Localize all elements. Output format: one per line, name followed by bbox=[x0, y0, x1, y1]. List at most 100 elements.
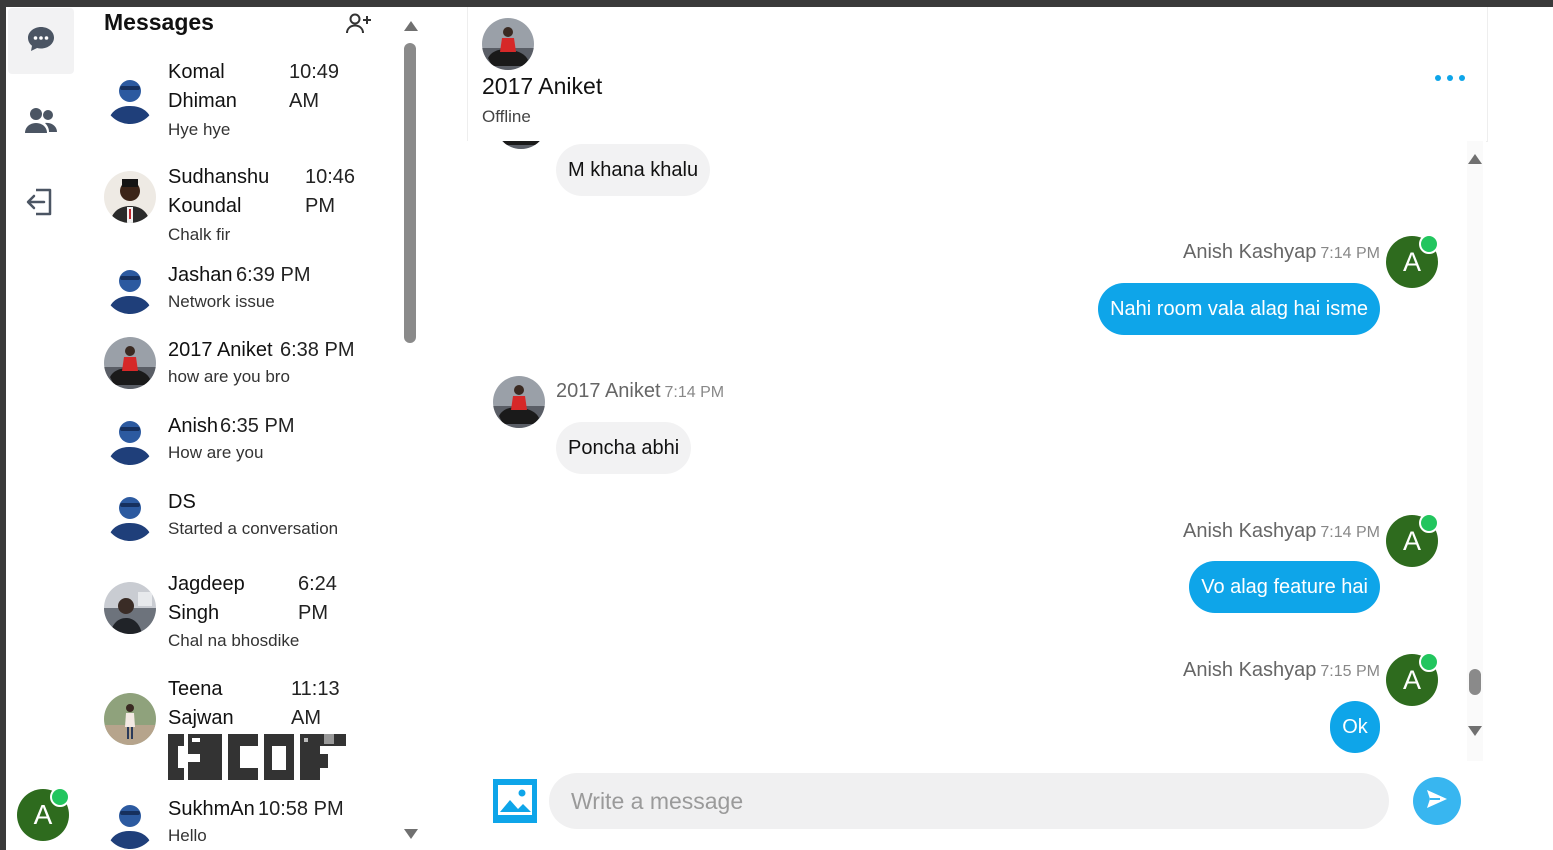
message-sender: 2017 Aniket bbox=[556, 380, 661, 402]
photo-avatar bbox=[104, 582, 156, 634]
conversation-name: Sudhanshu Koundal bbox=[168, 166, 270, 217]
sender-avatar bbox=[495, 141, 547, 149]
conversation-name: Komal Dhiman bbox=[168, 61, 237, 112]
send-icon bbox=[1425, 788, 1449, 815]
more-options-button[interactable] bbox=[1434, 69, 1466, 87]
redacted-preview bbox=[168, 734, 346, 780]
conversation-name: Jashan bbox=[168, 264, 233, 286]
add-user-icon bbox=[346, 13, 372, 39]
message-time: 7:15 PM bbox=[1320, 663, 1380, 680]
message-time: 7:14 PM bbox=[664, 384, 725, 401]
message-sender: Anish Kashyap bbox=[1182, 241, 1317, 263]
conversation-item[interactable]: Komal Dhiman 10:49 AM Hye hye bbox=[94, 52, 394, 147]
new-conversation-button[interactable] bbox=[346, 13, 372, 40]
nav-contacts-button[interactable] bbox=[8, 90, 74, 156]
user-initial: A bbox=[33, 799, 53, 830]
chat-app: A Messages Komal Dhiman 10:49 AM Hye hye… bbox=[6, 7, 1553, 850]
online-indicator bbox=[1419, 652, 1439, 672]
sender-avatar bbox=[493, 376, 545, 428]
conversation-time: 6:39 PM bbox=[236, 264, 311, 286]
conversation-item[interactable]: Anish 6:35 PM How are you bbox=[94, 413, 394, 473]
online-indicator bbox=[1419, 513, 1439, 533]
conversation-name: 2017 Aniket bbox=[168, 339, 273, 361]
conversation-name: Jagdeep Singh bbox=[168, 573, 245, 624]
attach-image-button[interactable] bbox=[493, 779, 537, 823]
message-time: 7:14 PM bbox=[1320, 245, 1380, 262]
default-avatar-icon bbox=[104, 72, 156, 124]
list-title: Messages bbox=[104, 9, 214, 35]
scroll-up-arrow-icon[interactable] bbox=[404, 21, 418, 31]
conversation-item[interactable]: Teena Sajwan 11:13 AM bbox=[94, 669, 394, 780]
conversation-preview: Hye hye bbox=[168, 120, 231, 139]
conversation-time: 10:58 PM bbox=[258, 798, 344, 820]
message-time: 7:14 PM bbox=[1320, 524, 1380, 541]
message-sender: Anish Kashyap bbox=[1182, 520, 1317, 542]
conversation-time: 10:46 PM bbox=[305, 166, 356, 217]
current-user-avatar[interactable]: A bbox=[17, 787, 70, 841]
message-meta: Anish Kashyap 7:14 PM bbox=[1183, 520, 1380, 543]
contact-status: Offline bbox=[482, 107, 531, 126]
conversation-time: 6:38 PM bbox=[280, 339, 355, 361]
photo-avatar bbox=[104, 693, 156, 745]
photo-avatar bbox=[104, 337, 156, 389]
sender-initial: A bbox=[1402, 664, 1421, 695]
scroll-up-arrow-icon[interactable] bbox=[1468, 154, 1482, 164]
conversation-preview: Chal na bhosdike bbox=[168, 631, 300, 650]
message-bubble-outgoing: Vo alag feature hai bbox=[1189, 561, 1380, 613]
thread-scrollbar[interactable] bbox=[1467, 141, 1483, 761]
chat-bubble-icon bbox=[26, 25, 56, 58]
conversation-preview: Chalk fir bbox=[168, 225, 231, 244]
scroll-down-arrow-icon[interactable] bbox=[1468, 726, 1482, 736]
conversation-time: 6:35 PM bbox=[220, 415, 295, 437]
conversation-preview: how are you bro bbox=[168, 367, 290, 386]
sender-initial: A bbox=[1402, 525, 1421, 556]
message-input[interactable] bbox=[549, 773, 1389, 829]
logout-icon bbox=[26, 186, 56, 223]
online-indicator bbox=[50, 787, 70, 807]
message-sender: Anish Kashyap bbox=[1182, 659, 1317, 681]
conversation-name: DS bbox=[168, 491, 196, 513]
default-avatar-icon bbox=[104, 489, 156, 541]
conversation-name: SukhmAn bbox=[168, 798, 255, 820]
sender-initial: A bbox=[1402, 246, 1421, 277]
message-bubble-incoming: M khana khalu bbox=[556, 144, 711, 196]
message-bubble-outgoing: Nahi room vala alag hai isme bbox=[1098, 283, 1380, 335]
sender-avatar: A bbox=[1386, 513, 1439, 567]
conversation-preview: Hello bbox=[168, 826, 207, 845]
conversation-preview: How are you bbox=[168, 443, 264, 462]
nav-messages-button[interactable] bbox=[8, 8, 74, 74]
conversation-time: 10:49 AM bbox=[289, 61, 340, 112]
conversation-item[interactable]: DS Started a conversation bbox=[94, 489, 394, 549]
message-bubble-incoming: Poncha abhi bbox=[556, 422, 692, 474]
scroll-down-arrow-icon[interactable] bbox=[404, 829, 418, 839]
nav-rail: A bbox=[6, 7, 76, 850]
nav-logout-button[interactable] bbox=[8, 171, 74, 237]
conversation-item[interactable]: Jashan 6:39 PM Network issue bbox=[94, 262, 394, 322]
message-thread: M khana khalu Anish Kashyap 7:14 PM Nahi … bbox=[467, 141, 1486, 761]
conversation-item[interactable]: Sudhanshu Koundal 10:46 PM Chalk fir bbox=[94, 157, 394, 252]
online-indicator bbox=[1419, 234, 1439, 254]
message-meta: 2017 Aniket 7:14 PM bbox=[556, 380, 724, 403]
conversation-preview: Network issue bbox=[168, 292, 275, 311]
conversation-name: Teena Sajwan bbox=[168, 678, 234, 729]
send-button[interactable] bbox=[1413, 777, 1461, 825]
conversation-list-panel: Messages Komal Dhiman 10:49 AM Hye hye S… bbox=[94, 7, 424, 850]
sender-avatar: A bbox=[1386, 652, 1439, 706]
default-avatar-icon bbox=[104, 413, 156, 465]
conversation-item[interactable]: 2017 Aniket 6:38 PM how are you bro bbox=[94, 337, 394, 397]
image-upload-icon bbox=[493, 779, 537, 827]
sender-avatar: A bbox=[1386, 234, 1439, 288]
conversation-time: 11:13 AM bbox=[291, 678, 340, 729]
message-meta: Anish Kashyap 7:15 PM bbox=[1183, 659, 1380, 682]
conversation-time: 6:24 PM bbox=[298, 573, 337, 624]
thread-scroll-thumb[interactable] bbox=[1469, 669, 1481, 695]
contact-avatar[interactable] bbox=[482, 18, 534, 70]
photo-avatar bbox=[104, 171, 156, 223]
users-icon bbox=[24, 106, 58, 141]
conversation-preview: Started a conversation bbox=[168, 519, 339, 538]
contact-name: 2017 Aniket bbox=[482, 73, 603, 99]
conversation-item[interactable]: SukhmAn 10:58 PM Hello bbox=[94, 796, 394, 850]
conversation-item[interactable]: Jagdeep Singh 6:24 PM Chal na bhosdike bbox=[94, 564, 394, 659]
list-scrollbar[interactable] bbox=[402, 15, 418, 850]
list-scroll-thumb[interactable] bbox=[404, 43, 416, 343]
